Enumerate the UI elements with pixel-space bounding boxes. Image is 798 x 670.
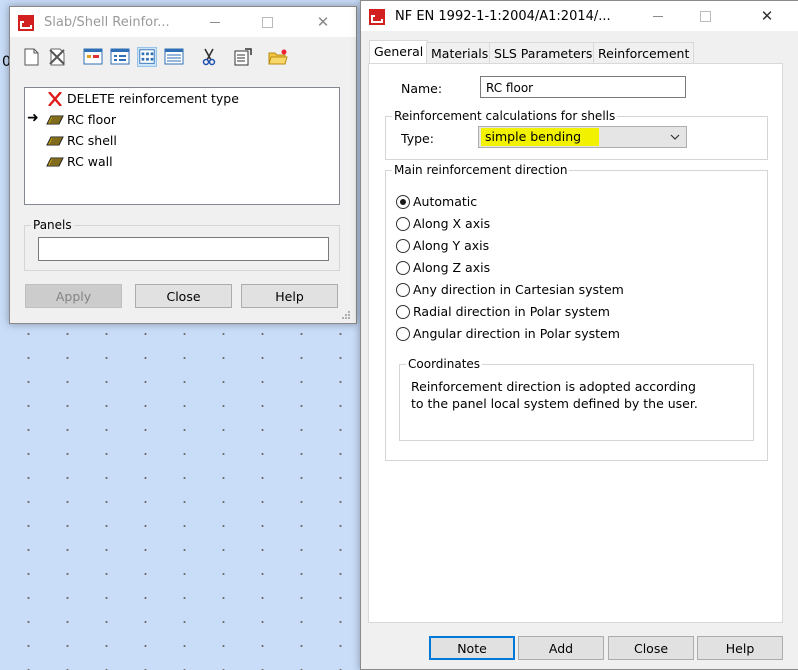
view-icon-3[interactable] — [137, 47, 157, 67]
current-item-arrow-icon: ➜ — [27, 110, 39, 126]
list-item-label: DELETE reinforcement type — [67, 91, 239, 106]
properties-icon[interactable] — [233, 47, 253, 67]
close-window-button[interactable]: ✕ — [310, 11, 336, 33]
radio-button[interactable] — [396, 217, 410, 231]
open-folder-icon[interactable] — [268, 47, 288, 67]
left-window-title: Slab/Shell Reinfor... — [44, 15, 170, 30]
tab-sls-parameters[interactable]: SLS Parameters — [489, 42, 598, 64]
minimize-button[interactable] — [645, 5, 671, 27]
chevron-down-icon — [670, 134, 680, 140]
maximize-button[interactable] — [692, 5, 718, 27]
right-titlebar[interactable]: NF EN 1992-1-1:2004/A1:2014/... ✕ — [361, 1, 798, 31]
radio-button[interactable] — [396, 195, 410, 209]
radio-button[interactable] — [396, 283, 410, 297]
minimize-button[interactable] — [202, 11, 228, 33]
help-button[interactable]: Help — [697, 636, 783, 660]
cut-icon[interactable] — [199, 47, 219, 67]
radio-label: Any direction in Cartesian system — [413, 282, 624, 297]
tab-reinforcement[interactable]: Reinforcement — [593, 42, 695, 64]
list-item-label: RC wall — [67, 154, 113, 169]
slab-icon — [46, 136, 64, 146]
app-logo-icon — [18, 15, 34, 31]
radio-button[interactable] — [396, 305, 410, 319]
tab-general[interactable]: General — [369, 40, 429, 65]
new-icon[interactable] — [21, 47, 41, 67]
view-icon-4[interactable] — [164, 47, 184, 67]
close-window-button[interactable]: ✕ — [754, 5, 780, 27]
apply-button[interactable]: Apply — [25, 284, 122, 308]
coordinates-description-line-1: Reinforcement direction is adopted accor… — [411, 379, 696, 394]
list-item-label: RC floor — [67, 112, 117, 127]
radio-label: Along Y axis — [413, 238, 490, 253]
delete-icon[interactable] — [47, 47, 67, 67]
type-label: Type: — [401, 131, 434, 146]
radio-button[interactable] — [396, 239, 410, 253]
slab-icon — [46, 115, 64, 125]
resize-grip-icon[interactable] — [341, 310, 351, 320]
note-button[interactable]: Note — [429, 636, 515, 660]
type-select-value: simple bending — [481, 128, 600, 146]
tab-materials[interactable]: Materials — [426, 42, 494, 64]
maximize-button[interactable] — [254, 11, 280, 33]
view-icon-2[interactable] — [110, 47, 130, 67]
coordinates-group-label: Coordinates — [406, 357, 483, 371]
name-label: Name: — [401, 81, 443, 96]
add-button[interactable]: Add — [518, 636, 604, 660]
close-button[interactable]: Close — [608, 636, 694, 660]
right-window-title: NF EN 1992-1-1:2004/A1:2014/... — [395, 9, 611, 24]
radio-label: Along X axis — [413, 216, 491, 231]
radio-button[interactable] — [396, 327, 410, 341]
delete-x-icon — [48, 92, 62, 106]
direction-group-label: Main reinforcement direction — [392, 163, 570, 177]
panels-label: Panels — [31, 218, 74, 232]
left-titlebar[interactable]: Slab/Shell Reinfor... ✕ — [10, 7, 356, 37]
list-item-label: RC shell — [67, 133, 117, 148]
panels-input[interactable] — [38, 237, 329, 261]
radio-button[interactable] — [396, 261, 410, 275]
name-input[interactable]: RC floor — [480, 76, 686, 98]
close-button[interactable]: Close — [135, 284, 232, 308]
app-logo-icon — [369, 9, 385, 25]
calc-group-label: Reinforcement calculations for shells — [392, 109, 618, 123]
radio-label: Radial direction in Polar system — [413, 304, 610, 319]
slab-icon — [46, 157, 64, 167]
type-select[interactable]: simple bending — [478, 126, 687, 148]
radio-label: Along Z axis — [413, 260, 491, 275]
radio-label: Angular direction in Polar system — [413, 326, 620, 341]
radio-label: Automatic — [413, 194, 478, 209]
help-button[interactable]: Help — [241, 284, 338, 308]
view-icon-1[interactable] — [83, 47, 103, 67]
coordinates-description-line-2: to the panel local system defined by the… — [411, 396, 698, 411]
